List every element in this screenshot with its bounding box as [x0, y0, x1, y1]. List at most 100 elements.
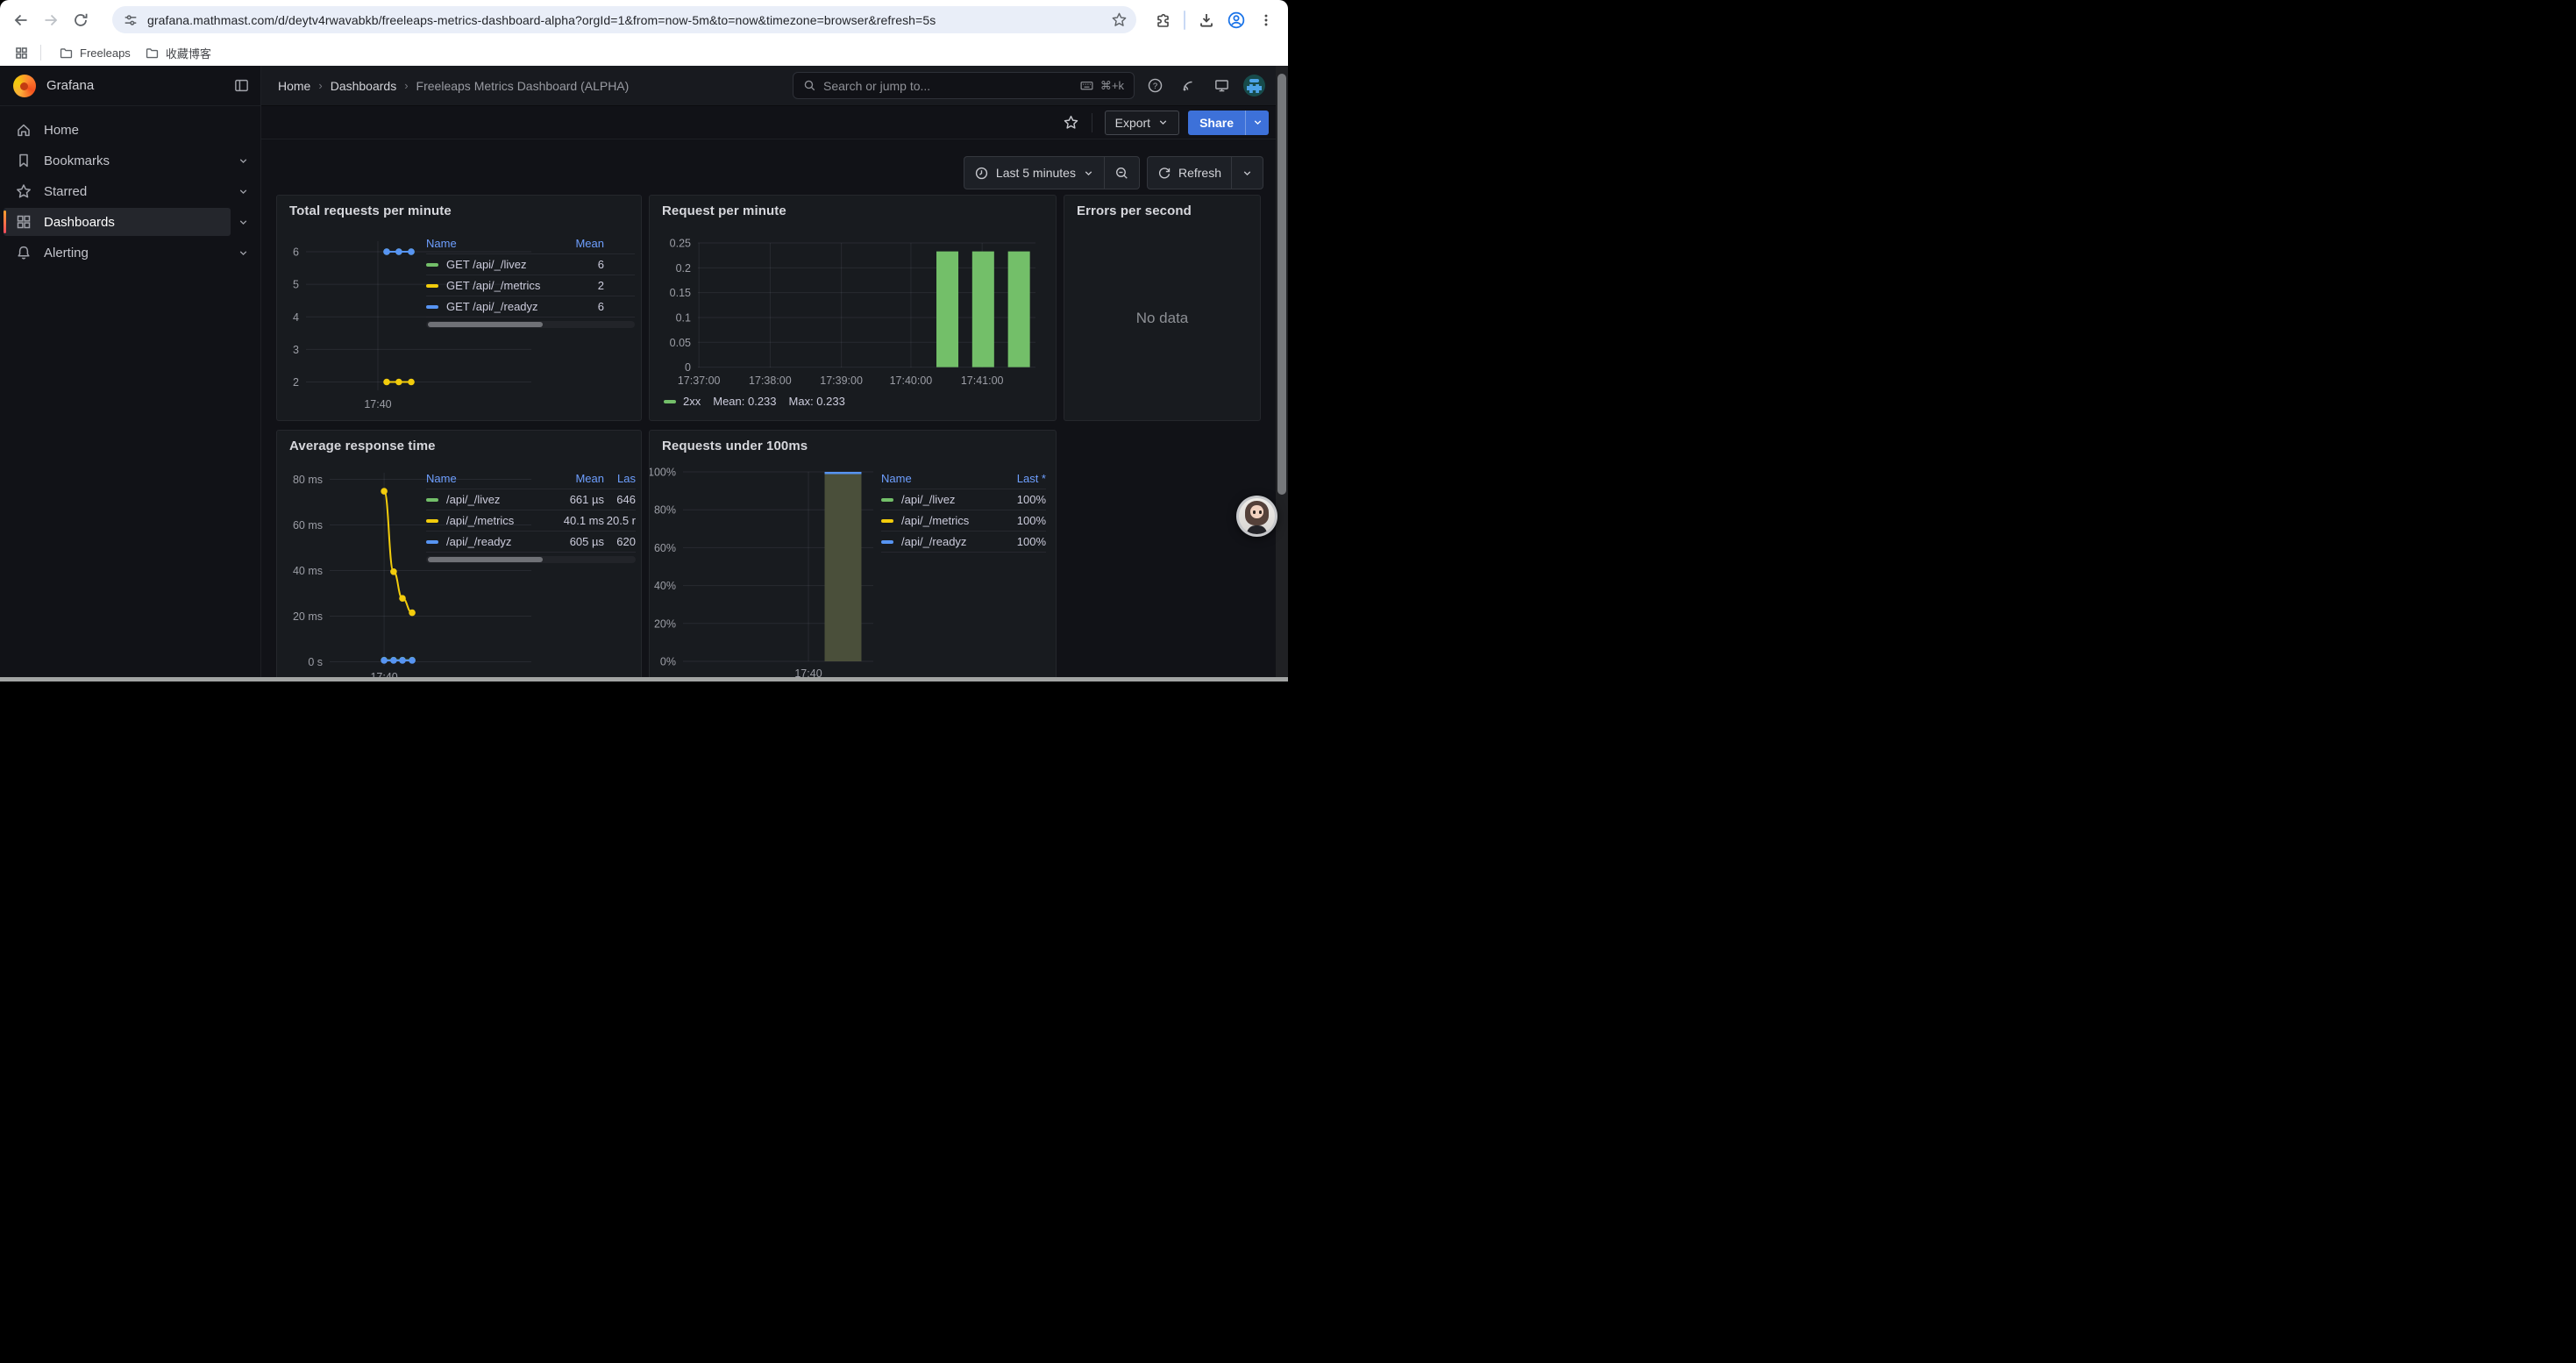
chevron-down-icon[interactable] — [231, 186, 255, 197]
legend-series-name[interactable]: 2xx — [664, 395, 701, 408]
url-bar[interactable]: grafana.mathmast.com/d/deytv4rwavabkb/fr… — [112, 6, 1136, 33]
sidebar-link-bookmarks[interactable]: Bookmarks — [4, 146, 231, 175]
help-icon[interactable]: ? — [1142, 73, 1168, 99]
scrollbar-thumb[interactable] — [428, 557, 543, 562]
apps-grid-icon[interactable] — [9, 41, 33, 64]
series-color-swatch — [881, 540, 893, 544]
legend-series-name[interactable]: /api/_/metrics — [881, 514, 993, 527]
refresh-button[interactable]: Refresh — [1148, 157, 1231, 189]
legend-series-name[interactable]: /api/_/readyz — [881, 535, 993, 548]
svg-text:80%: 80% — [654, 504, 676, 517]
svg-text:40 ms: 40 ms — [293, 565, 323, 577]
site-settings-icon[interactable] — [123, 12, 139, 28]
svg-text:20 ms: 20 ms — [293, 610, 323, 623]
star-icon — [15, 182, 32, 200]
legend-col[interactable]: Las — [604, 472, 636, 485]
series-color-swatch — [426, 284, 438, 288]
sidebar-link-home[interactable]: Home — [4, 116, 231, 144]
chevron-down-icon — [1242, 168, 1253, 179]
sidebar-nav: Home BookmarksStarred Dashboards Alerting — [0, 106, 260, 268]
chevron-down-icon[interactable] — [231, 247, 255, 259]
svg-text:0.05: 0.05 — [670, 337, 691, 349]
legend-row: /api/_/readyz605 µs620 — [426, 532, 636, 553]
favorite-star-icon[interactable] — [1063, 114, 1079, 131]
extensions-icon[interactable] — [1148, 5, 1178, 35]
share-menu-caret[interactable] — [1245, 111, 1269, 135]
profile-icon[interactable] — [1221, 5, 1251, 35]
user-avatar[interactable] — [1243, 75, 1265, 96]
panel-title[interactable]: Errors per second — [1077, 203, 1192, 218]
assistant-avatar[interactable] — [1236, 496, 1277, 537]
legend-col-name[interactable]: Name — [426, 472, 543, 485]
svg-text:17:37:00: 17:37:00 — [678, 375, 721, 387]
svg-text:40%: 40% — [654, 580, 676, 592]
legend-col[interactable]: Mean — [543, 472, 604, 485]
legend-row: 2xxMean: 0.233Max: 0.233 — [664, 395, 845, 408]
legend-series-name[interactable]: GET /api/_/metrics — [426, 279, 558, 292]
scrollbar-thumb[interactable] — [428, 322, 543, 327]
folder-icon — [145, 46, 160, 61]
search-input[interactable]: Search or jump to... ⌘+k — [793, 72, 1135, 99]
legend-row: GET /api/_/metrics2 — [426, 275, 635, 296]
legend-row: /api/_/metrics100% — [881, 510, 1046, 532]
grafana-logo-icon[interactable] — [13, 75, 36, 97]
sidebar-link-dashboards[interactable]: Dashboards — [4, 208, 231, 236]
time-range-picker[interactable]: Last 5 minutes — [964, 157, 1104, 189]
bookmark-folder-freeleaps[interactable]: Freeleaps — [52, 43, 138, 63]
breadcrumb-dashboards[interactable]: Dashboards — [331, 79, 397, 93]
search-placeholder: Search or jump to... — [823, 79, 930, 93]
legend-col-name[interactable]: Name — [881, 472, 993, 485]
legend-series-name[interactable]: GET /api/_/livez — [426, 258, 558, 271]
legend-col-name[interactable]: Name — [426, 237, 558, 250]
back-icon[interactable] — [6, 5, 36, 35]
legend-series-name[interactable]: /api/_/metrics — [426, 514, 543, 527]
page-scrollbar — [1276, 66, 1288, 682]
legend-series-name[interactable]: GET /api/_/readyz — [426, 300, 558, 313]
breadcrumb-home[interactable]: Home — [278, 79, 310, 93]
legend-series-name[interactable]: /api/_/readyz — [426, 535, 543, 548]
legend-col[interactable]: Last * — [993, 472, 1046, 485]
downloads-icon[interactable] — [1192, 5, 1221, 35]
svg-text:0.2: 0.2 — [676, 262, 691, 275]
news-rss-icon[interactable] — [1175, 73, 1201, 99]
chevron-down-icon[interactable] — [231, 155, 255, 167]
series-color-swatch — [664, 400, 676, 403]
page-scrollbar-thumb[interactable] — [1277, 74, 1286, 495]
bookmark-label: 收藏博客 — [166, 45, 211, 61]
monitor-icon[interactable] — [1208, 73, 1235, 99]
chevron-down-icon — [1252, 117, 1263, 128]
sidebar-item-label: Home — [44, 123, 79, 138]
dock-sidebar-icon[interactable] — [233, 77, 250, 94]
sidebar-link-alerting[interactable]: Alerting — [4, 239, 231, 267]
legend-series-name[interactable]: /api/_/livez — [426, 493, 543, 506]
bookmark-folder-blogs[interactable]: 收藏博客 — [138, 42, 218, 64]
sidebar-link-starred[interactable]: Starred — [4, 177, 231, 205]
bookmark-star-icon[interactable] — [1111, 11, 1128, 28]
browser-menu-icon[interactable] — [1251, 5, 1281, 35]
sidebar-brand: Grafana — [0, 66, 260, 106]
apps-icon — [15, 213, 32, 231]
legend-row: /api/_/livez100% — [881, 489, 1046, 510]
sidebar: Grafana Home BookmarksStarred Dashboards Al… — [0, 66, 261, 682]
sidebar-item-label: Dashboards — [44, 215, 115, 230]
zoom-out-button[interactable] — [1104, 157, 1139, 189]
reload-icon[interactable] — [66, 5, 96, 35]
svg-text:17:41:00: 17:41:00 — [961, 375, 1004, 387]
refresh-interval-caret[interactable] — [1231, 157, 1263, 189]
legend-col[interactable]: Mean — [558, 237, 635, 250]
series-color-swatch — [881, 519, 893, 523]
legend-row: /api/_/metrics40.1 ms20.5 r — [426, 510, 636, 532]
share-button[interactable]: Share — [1188, 111, 1269, 135]
forward-icon[interactable] — [36, 5, 66, 35]
grafana-app: Grafana Home BookmarksStarred Dashboards Al… — [0, 66, 1288, 682]
export-button[interactable]: Export — [1105, 111, 1179, 135]
home-icon — [15, 121, 32, 139]
horizontal-scrollbar[interactable] — [0, 677, 1288, 682]
bar-chart: 0.250.20.150.10.05017:37:0017:38:0017:39… — [650, 196, 1057, 422]
no-data-message: No data — [1064, 310, 1260, 327]
chevron-down-icon[interactable] — [231, 217, 255, 228]
refresh-label: Refresh — [1178, 166, 1221, 180]
legend-series-name[interactable]: /api/_/livez — [881, 493, 993, 506]
chevron-down-icon — [1157, 117, 1169, 128]
search-shortcut: ⌘+k — [1079, 78, 1124, 93]
